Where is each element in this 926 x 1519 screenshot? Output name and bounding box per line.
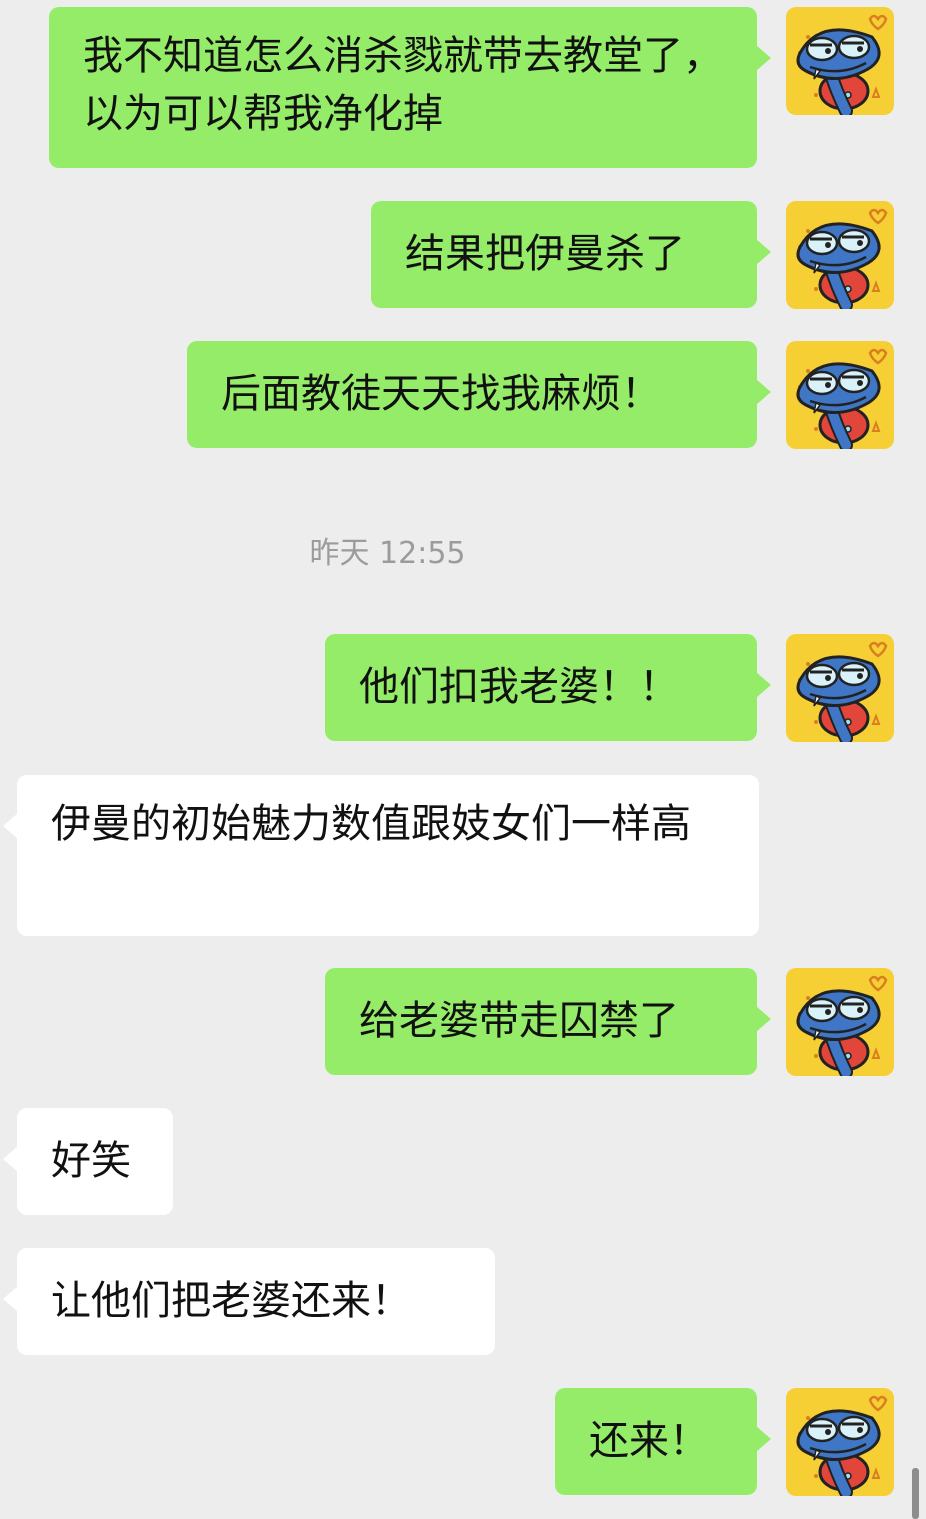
message-timestamp: 昨天 12:55 [309, 536, 466, 571]
sender-avatar[interactable] [786, 341, 894, 449]
message-bubble-outgoing[interactable]: 还来！ [555, 1388, 771, 1495]
snake-avatar-icon [786, 201, 894, 309]
snake-avatar-icon [786, 634, 894, 742]
message-bubble-incoming[interactable]: 让他们把老婆还来！ [3, 1248, 495, 1355]
message-bubble-outgoing[interactable]: 他们扣我老婆！！ [325, 634, 771, 741]
snake-avatar-icon [786, 968, 894, 1076]
message-bubble-incoming[interactable]: 伊曼的初始魅力数值跟妓女们一样高 [3, 775, 759, 936]
message-bubble-incoming[interactable]: 好笑 [3, 1108, 173, 1215]
sender-avatar[interactable] [786, 968, 894, 1076]
message-bubble-outgoing[interactable]: 我不知道怎么消杀戮就带去教堂了，以为可以帮我净化掉 [49, 7, 771, 168]
sender-avatar[interactable] [786, 7, 894, 115]
snake-avatar-icon [786, 7, 894, 115]
message-bubble-outgoing[interactable]: 结果把伊曼杀了 [371, 201, 771, 308]
sender-avatar[interactable] [786, 634, 894, 742]
sender-avatar[interactable] [786, 1388, 894, 1496]
sender-avatar[interactable] [786, 201, 894, 309]
message-bubble-outgoing[interactable]: 给老婆带走囚禁了 [325, 968, 771, 1075]
snake-avatar-icon [786, 1388, 894, 1496]
message-bubble-outgoing[interactable]: 后面教徒天天找我麻烦！ [187, 341, 771, 448]
snake-avatar-icon [786, 341, 894, 449]
scrollbar-thumb[interactable] [912, 1468, 919, 1519]
